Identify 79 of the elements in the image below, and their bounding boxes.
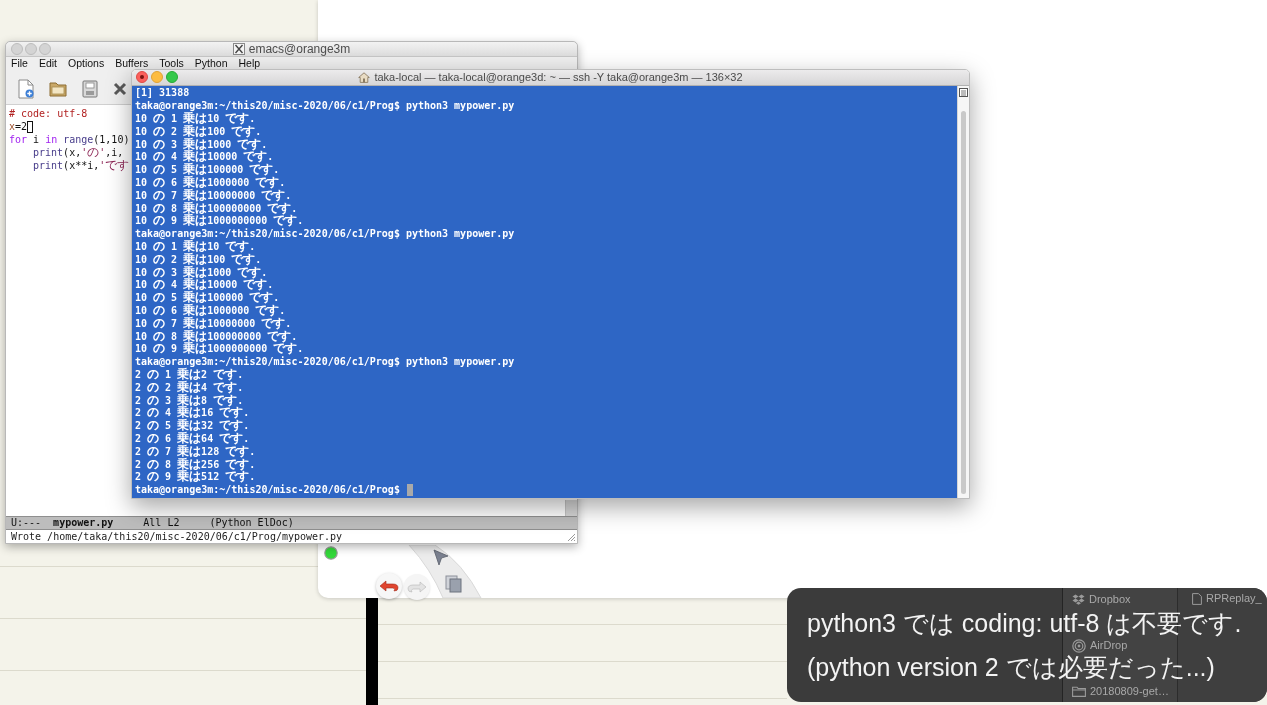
sidebar-item[interactable]: AirDrop <box>1072 639 1177 652</box>
code-line: print(x,'の',i, <box>33 146 124 159</box>
terminal-line: 10 の 2 乗は100 です. <box>135 124 262 138</box>
diamond-pattern-icon <box>1072 594 1085 605</box>
code-line: # code: utf-8 <box>9 107 88 120</box>
close-button[interactable] <box>136 71 148 83</box>
scrollbar-thumb[interactable] <box>961 111 966 494</box>
save-icon[interactable] <box>81 80 99 98</box>
terminal-line: 2 の 9 乗は512 です. <box>135 470 256 484</box>
caption-text: python3 では coding: utf-8 は不要です. <box>807 608 1243 638</box>
undo-button[interactable] <box>376 573 402 599</box>
terminal-line: 10 の 7 乗は10000000 です. <box>135 316 292 330</box>
echo-message: Wrote /home/taka/this20/misc-2020/06/c1/Prog/mypower.py <box>11 531 343 542</box>
terminal-line: taka@orange3m:~/this20/misc-2020/06/c1/Prog$ python3 mypower.py <box>135 99 515 111</box>
folder-icon <box>1072 686 1086 697</box>
terminal-line: 10 の 6 乗は1000000 です. <box>135 304 286 318</box>
terminal-line: 2 の 1 乗は2 です. <box>135 368 244 382</box>
terminal-line: 2 の 6 乗は64 です. <box>135 432 250 445</box>
buffer-name: mypower.py <box>53 518 114 528</box>
terminal-line: 10 の 1 乗は10 です. <box>135 112 256 126</box>
document-icon <box>1192 592 1202 605</box>
terminal-line: [1] 31388 <box>135 87 190 100</box>
zoom-button[interactable] <box>39 43 51 55</box>
code-line: x=2 <box>9 120 28 133</box>
undo-arrow-icon <box>379 580 399 592</box>
menu-item[interactable]: Edit <box>38 58 57 68</box>
redo-arrow-icon <box>407 581 427 593</box>
terminal-line: taka@orange3m:~/this20/misc-2020/06/c1/Prog$ python3 mypower.py <box>135 227 515 239</box>
menu-item[interactable]: File <box>11 58 28 68</box>
scrollbar[interactable] <box>565 500 577 516</box>
terminal-line: 10 の 2 乗は100 です. <box>135 252 262 266</box>
terminal-line: 2 の 5 乗は32 です. <box>135 419 250 433</box>
caption-text: (python version 2 では必要だった...) <box>807 652 1216 682</box>
terminal-line: 2 の 2 乗は4 です. <box>135 380 244 394</box>
cursor-position: All L2 <box>143 518 180 528</box>
terminal-line: 10 の 8 乗は100000000 です. <box>135 201 298 216</box>
terminal-line: 10 の 6 乗は1000000 です. <box>135 176 286 190</box>
terminal-line: 10 の 7 乗は10000000 です. <box>135 188 292 202</box>
pages-icon[interactable] <box>445 575 463 593</box>
menu-item[interactable]: Help <box>238 58 261 68</box>
split-pane-icon[interactable] <box>959 88 968 97</box>
terminal-line: 10 の 4 乗は10000 です. <box>135 150 274 164</box>
minimize-button[interactable] <box>25 43 37 55</box>
menu-item[interactable]: Options <box>68 58 105 68</box>
terminal-line: 2 の 8 乗は256 です. <box>135 457 256 472</box>
major-mode: (Python ElDoc) <box>209 518 294 528</box>
terminal-line: 10 の 9 乗は1000000000 です. <box>135 214 304 228</box>
terminal-line: 10 の 8 乗は100000000 です. <box>135 329 298 344</box>
terminal-line: 2 の 3 乗は8 です. <box>135 393 244 408</box>
terminal-line: 10 の 3 乗は1000 です. <box>135 265 268 280</box>
sidebar-item[interactable]: Dropbox <box>1072 593 1177 606</box>
terminal-line: 10 の 5 乗は100000 です. <box>135 291 280 305</box>
pointer-arrow-icon[interactable] <box>433 549 449 567</box>
menu-item[interactable]: Buffers <box>115 58 149 68</box>
new-file-icon[interactable] <box>17 79 35 99</box>
cross-icon[interactable] <box>113 82 127 96</box>
zoom-button[interactable] <box>166 71 178 83</box>
terminal-line: taka@orange3m:~/this20/misc-2020/06/c1/Prog$ python3 mypower.py <box>135 355 515 368</box>
folder-icon[interactable] <box>49 80 67 98</box>
terminal-line: taka@orange3m:~/this20/misc-2020/06/c1/Prog$ <box>135 483 400 497</box>
buffer-status: U:--- <box>11 518 42 528</box>
resize-grip-icon[interactable] <box>566 532 576 542</box>
window-title: taka-local — taka-local@orange3d: ~ — ssh -Y taka@orange3m — 136×32 <box>374 72 743 83</box>
code-line: for i in range(1,10) <box>9 133 130 146</box>
code-line: print(x**i,'です <box>33 159 130 172</box>
signal-rings-icon <box>1072 638 1086 653</box>
status-dot-icon <box>324 546 338 560</box>
terminal-line: 10 の 1 乗は10 です. <box>135 240 256 254</box>
home-icon <box>358 72 371 83</box>
window-title: emacs@orange3m <box>248 43 351 55</box>
terminal-line: 10 の 3 乗は1000 です. <box>135 137 268 152</box>
menu-item[interactable]: Tools <box>159 58 184 68</box>
document-entry[interactable]: RPReplay_ <box>1192 592 1267 605</box>
terminal-line: 10 の 9 乗は1000000000 です. <box>135 342 304 356</box>
terminal-line: 2 の 7 乗は128 です. <box>135 444 256 458</box>
terminal-line: 10 の 4 乗は10000 です. <box>135 278 274 292</box>
menu-item[interactable]: Python <box>194 58 228 68</box>
sidebar-item[interactable]: 20180809-get… <box>1072 685 1177 698</box>
scrollbar[interactable] <box>957 86 969 498</box>
